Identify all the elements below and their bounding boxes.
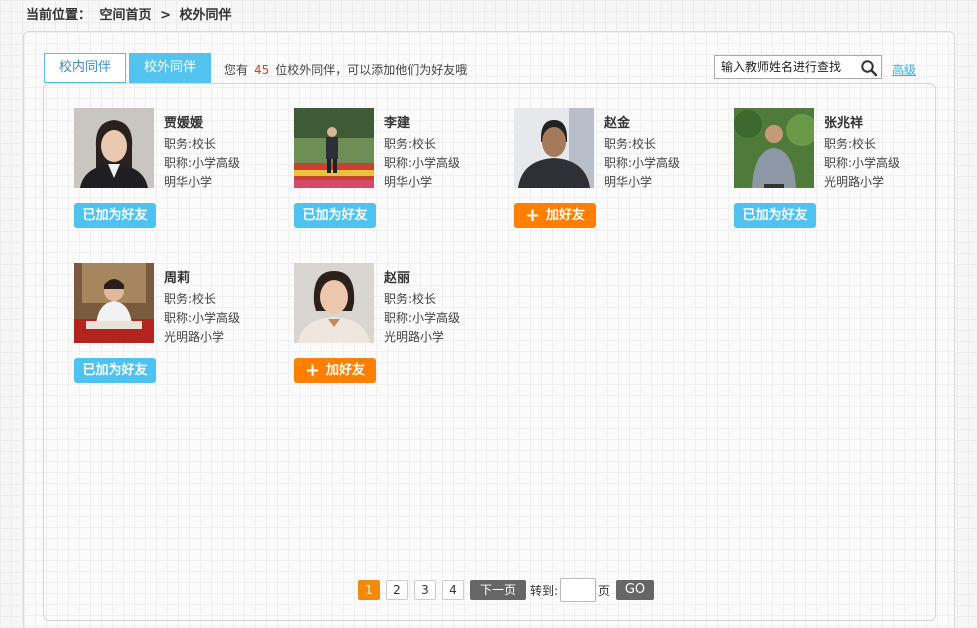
already-friends-button[interactable]: 已加为好友 [74, 358, 156, 383]
page-unit-label: 页 [598, 584, 611, 598]
already-friends-button[interactable]: 已加为好友 [74, 203, 156, 228]
tab-school-peers[interactable]: 校内同伴 [44, 53, 126, 83]
peer-title: 职称:小学高级 [164, 311, 241, 325]
add-friend-label: 加好友 [546, 208, 586, 223]
goto-page-input[interactable] [560, 578, 596, 602]
plus-icon: + [304, 360, 321, 381]
page-button-3[interactable]: 3 [414, 580, 436, 600]
peers-panel: 校内同伴 校外同伴 您有 45 位校外同伴，可以添加他们为好友哦 高级 [23, 31, 955, 628]
peer-school: 明华小学 [604, 175, 653, 189]
peer-info: 周莉 职务:校长 职称:小学高级 光明路小学 [164, 269, 240, 347]
peer-name[interactable]: 赵丽 [384, 269, 460, 288]
peer-name[interactable]: 赵金 [604, 114, 680, 133]
peer-name[interactable]: 李建 [384, 114, 460, 133]
advanced-search-link[interactable]: 高级 [892, 61, 916, 78]
add-friend-button[interactable]: + 加好友 [294, 358, 376, 383]
peer-card: 赵丽 职务:校长 职称:小学高级 光明路小学 + 加好友 [294, 263, 494, 383]
breadcrumb: 当前位置： 空间首页 > 校外同伴 [26, 4, 236, 23]
summary-prefix: 您有 [224, 63, 249, 77]
page-button-4[interactable]: 4 [442, 580, 464, 600]
peer-school: 光明路小学 [164, 330, 225, 344]
person-photo-icon[interactable] [514, 108, 594, 188]
peer-name[interactable]: 周莉 [164, 269, 240, 288]
peer-card: 李建 职务:校长 职称:小学高级 明华小学 已加为好友 [294, 108, 494, 228]
breadcrumb-separator: > [160, 8, 171, 23]
peer-school: 光明路小学 [824, 175, 885, 189]
peer-name[interactable]: 贾媛媛 [164, 114, 240, 133]
peer-info: 赵金 职务:校长 职称:小学高级 明华小学 [604, 114, 680, 192]
peer-position: 职务:校长 [824, 137, 877, 151]
peer-card: 周莉 职务:校长 职称:小学高级 光明路小学 已加为好友 [74, 263, 274, 383]
peer-info: 张兆祥 职务:校长 职称:小学高级 光明路小学 [824, 114, 900, 192]
peer-position: 职务:校长 [384, 137, 437, 151]
peer-card: 张兆祥 职务:校长 职称:小学高级 光明路小学 已加为好友 [734, 108, 934, 228]
breadcrumb-label: 当前位置： [26, 8, 92, 23]
peer-title: 职称:小学高级 [604, 156, 681, 170]
peer-card: 赵金 职务:校长 职称:小学高级 明华小学 + 加好友 [514, 108, 714, 228]
peer-name[interactable]: 张兆祥 [824, 114, 900, 133]
search-box [714, 55, 882, 79]
peer-info: 李建 职务:校长 职称:小学高级 明华小学 [384, 114, 460, 192]
peer-info: 贾媛媛 职务:校长 职称:小学高级 明华小学 [164, 114, 240, 192]
page-button-2[interactable]: 2 [386, 580, 408, 600]
peer-school: 明华小学 [164, 175, 213, 189]
summary-suffix: 位校外同伴，可以添加他们为好友哦 [275, 63, 468, 77]
add-friend-label: 加好友 [326, 363, 366, 378]
peer-title: 职称:小学高级 [824, 156, 901, 170]
person-photo-icon[interactable] [294, 263, 374, 343]
peer-title: 职称:小学高级 [384, 311, 461, 325]
person-photo-icon[interactable] [74, 108, 154, 188]
page-button-1[interactable]: 1 [358, 580, 380, 600]
peer-card: 贾媛媛 职务:校长 职称:小学高级 明华小学 已加为好友 [74, 108, 274, 228]
goto-label: 转到: [530, 584, 559, 598]
add-friend-button[interactable]: + 加好友 [514, 203, 596, 228]
already-friends-button[interactable]: 已加为好友 [734, 203, 816, 228]
search-input[interactable] [715, 56, 855, 78]
person-photo-icon[interactable] [734, 108, 814, 188]
peer-school: 明华小学 [384, 175, 433, 189]
next-page-button[interactable]: 下一页 [470, 580, 526, 600]
peer-title: 职称:小学高级 [384, 156, 461, 170]
breadcrumb-home-link[interactable]: 空间首页 [100, 8, 152, 23]
person-photo-icon[interactable] [294, 108, 374, 188]
breadcrumb-current: 校外同伴 [179, 8, 232, 23]
search-icon[interactable] [860, 59, 878, 77]
peer-count-summary: 您有 45 位校外同伴，可以添加他们为好友哦 [224, 61, 467, 78]
peer-list: 贾媛媛 职务:校长 职称:小学高级 明华小学 已加为好友 李建 职务:校长 职称… [43, 83, 936, 621]
peer-position: 职务:校长 [164, 292, 217, 306]
peer-position: 职务:校长 [164, 137, 217, 151]
plus-icon: + [524, 205, 541, 226]
already-friends-button[interactable]: 已加为好友 [294, 203, 376, 228]
peer-position: 职务:校长 [604, 137, 657, 151]
peer-school: 光明路小学 [384, 330, 445, 344]
go-button[interactable]: GO [616, 580, 654, 600]
peer-count: 45 [254, 63, 270, 77]
person-photo-icon[interactable] [74, 263, 154, 343]
peer-title: 职称:小学高级 [164, 156, 241, 170]
peer-info: 赵丽 职务:校长 职称:小学高级 光明路小学 [384, 269, 460, 347]
peer-position: 职务:校长 [384, 292, 437, 306]
tab-external-peers[interactable]: 校外同伴 [129, 53, 211, 83]
